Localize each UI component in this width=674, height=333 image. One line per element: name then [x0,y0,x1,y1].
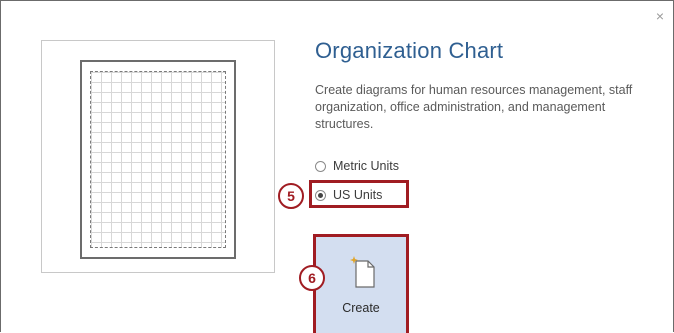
page-thumbnail [80,60,236,259]
step-6-badge: 6 [299,265,325,291]
create-label: Create [342,301,380,315]
new-document-icon [350,256,375,288]
dialog-title: Organization Chart [315,38,504,63]
metric-units-option[interactable]: Metric Units [315,159,399,173]
step-5-badge: 5 [278,183,304,209]
metric-units-radio[interactable] [315,160,326,172]
step-5-highlight [309,180,409,208]
dialog-description: Create diagrams for human resources mana… [315,83,633,131]
close-icon[interactable]: × [654,9,666,23]
create-button[interactable]: Create [313,234,409,333]
metric-units-label: Metric Units [333,159,399,173]
grid-area [90,71,226,248]
template-preview [41,40,275,273]
